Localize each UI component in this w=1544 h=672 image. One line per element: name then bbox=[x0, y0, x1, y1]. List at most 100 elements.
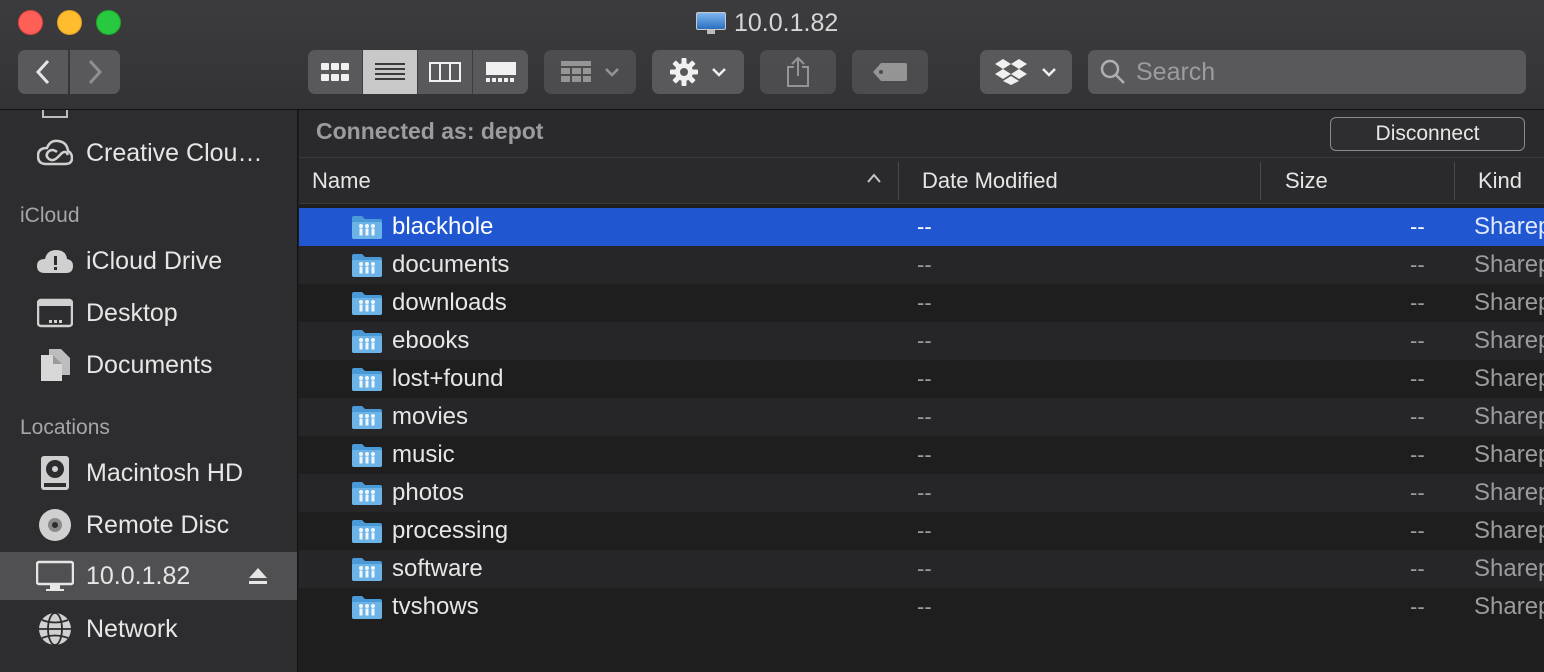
chevron-left-icon bbox=[35, 59, 50, 85]
file-list: blackhole -- -- Sharep documents -- -- Sharep do… bbox=[299, 208, 1544, 626]
sidebar-item-label: Desktop bbox=[86, 298, 178, 327]
file-date: -- bbox=[917, 366, 932, 391]
shared-folder-icon bbox=[352, 520, 382, 543]
file-kind: Sharep bbox=[1474, 213, 1544, 240]
file-date: -- bbox=[917, 480, 932, 505]
search-icon bbox=[1100, 59, 1125, 84]
sidebar-item-server[interactable]: 10.0.1.82 bbox=[0, 552, 297, 600]
column-view-button[interactable] bbox=[418, 50, 473, 94]
shared-folder-icon bbox=[352, 482, 382, 505]
shared-folder-icon bbox=[352, 444, 382, 467]
back-button[interactable] bbox=[18, 50, 68, 94]
file-kind: Sharep bbox=[1474, 555, 1544, 582]
file-date: -- bbox=[917, 442, 932, 467]
column-header: Name Date Modified Size Kind bbox=[299, 158, 1544, 204]
file-size: -- bbox=[1410, 366, 1425, 391]
file-date: -- bbox=[917, 252, 932, 277]
table-row[interactable]: software -- -- Sharep bbox=[299, 550, 1544, 588]
file-size: -- bbox=[1410, 518, 1425, 543]
network-globe-icon bbox=[36, 610, 74, 648]
toolbar: 10.0.1.82 bbox=[0, 0, 1544, 110]
table-row[interactable]: music -- -- Sharep bbox=[299, 436, 1544, 474]
file-name: music bbox=[392, 441, 455, 468]
gallery-icon bbox=[485, 62, 516, 82]
eject-icon[interactable] bbox=[248, 566, 268, 586]
file-date: -- bbox=[917, 556, 932, 581]
tags-button[interactable] bbox=[852, 50, 928, 94]
file-kind: Sharep bbox=[1474, 365, 1544, 392]
close-window-button[interactable] bbox=[18, 10, 43, 35]
table-row[interactable]: photos -- -- Sharep bbox=[299, 474, 1544, 512]
table-row[interactable]: blackhole -- -- Sharep bbox=[299, 208, 1544, 246]
minimize-window-button[interactable] bbox=[57, 10, 82, 35]
file-name: downloads bbox=[392, 289, 507, 316]
table-row[interactable]: processing -- -- Sharep bbox=[299, 512, 1544, 550]
table-row[interactable]: ebooks -- -- Sharep bbox=[299, 322, 1544, 360]
file-name: photos bbox=[392, 479, 465, 506]
search-field[interactable] bbox=[1088, 50, 1526, 94]
shared-folder-icon bbox=[352, 216, 382, 239]
sidebar-item-label: Creative Clou… bbox=[86, 138, 263, 167]
file-name: movies bbox=[392, 403, 469, 430]
sidebar-item-label: iCloud Drive bbox=[86, 246, 223, 275]
dropbox-button[interactable] bbox=[980, 50, 1072, 94]
view-mode-group bbox=[308, 50, 528, 94]
file-name: tvshows bbox=[392, 593, 479, 620]
shared-folder-icon bbox=[352, 368, 382, 391]
sidebar-item-macintosh-hd[interactable]: Macintosh HD bbox=[0, 449, 297, 497]
column-kind[interactable]: Kind bbox=[1478, 168, 1522, 194]
table-row[interactable]: documents -- -- Sharep bbox=[299, 246, 1544, 284]
zoom-window-button[interactable] bbox=[96, 10, 121, 35]
shared-folder-icon bbox=[352, 596, 382, 619]
shared-folder-icon bbox=[352, 254, 382, 277]
disconnect-button[interactable]: Disconnect bbox=[1330, 117, 1525, 151]
table-row[interactable]: movies -- -- Sharep bbox=[299, 398, 1544, 436]
chevron-down-icon bbox=[605, 68, 619, 77]
sidebar-item-label: 10.0.1.82 bbox=[86, 561, 191, 590]
table-row[interactable]: lost+found -- -- Sharep bbox=[299, 360, 1544, 398]
file-size: -- bbox=[1410, 290, 1425, 315]
shared-folder-icon bbox=[352, 558, 382, 581]
share-icon bbox=[787, 56, 809, 87]
sidebar-item-documents[interactable]: Documents bbox=[0, 341, 297, 389]
sidebar-item-icloud-drive[interactable]: iCloud Drive bbox=[0, 237, 297, 285]
search-input[interactable] bbox=[1136, 57, 1516, 87]
file-kind: Sharep bbox=[1474, 327, 1544, 354]
sidebar-heading-locations: Locations bbox=[20, 416, 110, 439]
sidebar-item-desktop[interactable]: Desktop bbox=[0, 289, 297, 337]
window-title-text: 10.0.1.82 bbox=[734, 8, 839, 37]
column-name[interactable]: Name bbox=[312, 168, 371, 194]
share-button[interactable] bbox=[760, 50, 836, 94]
file-browser: Connected as: depot Disconnect Name Date… bbox=[299, 110, 1544, 672]
table-row[interactable]: downloads -- -- Sharep bbox=[299, 284, 1544, 322]
sidebar-item-label: Network bbox=[86, 614, 178, 643]
action-menu-button[interactable] bbox=[652, 50, 744, 94]
sidebar-item-remote-disc[interactable]: Remote Disc bbox=[0, 501, 297, 549]
sidebar-item-partial[interactable] bbox=[0, 110, 297, 130]
file-name: documents bbox=[392, 251, 510, 278]
file-name: ebooks bbox=[392, 327, 470, 354]
list-view-button[interactable] bbox=[363, 50, 418, 94]
file-size: -- bbox=[1410, 404, 1425, 429]
sidebar-item-network[interactable]: Network bbox=[0, 605, 297, 653]
file-kind: Sharep bbox=[1474, 479, 1544, 506]
chevron-down-icon bbox=[1042, 68, 1056, 77]
column-date-modified[interactable]: Date Modified bbox=[922, 168, 1058, 194]
file-kind: Sharep bbox=[1474, 593, 1544, 620]
monitor-icon bbox=[696, 12, 726, 34]
table-row[interactable]: tvshows -- -- Sharep bbox=[299, 588, 1544, 626]
gallery-view-button[interactable] bbox=[473, 50, 528, 94]
connection-bar: Connected as: depot Disconnect bbox=[299, 110, 1544, 158]
sidebar-item-creative-cloud[interactable]: Creative Clou… bbox=[0, 129, 297, 177]
group-by-button[interactable] bbox=[544, 50, 636, 94]
tag-icon bbox=[873, 63, 907, 81]
icon-view-button[interactable] bbox=[308, 50, 363, 94]
creative-cloud-icon bbox=[36, 134, 74, 172]
window-title: 10.0.1.82 bbox=[696, 8, 838, 38]
file-size: -- bbox=[1410, 556, 1425, 581]
chevron-down-icon bbox=[712, 68, 726, 77]
file-kind: Sharep bbox=[1474, 403, 1544, 430]
column-size[interactable]: Size bbox=[1285, 168, 1328, 194]
file-name: lost+found bbox=[392, 365, 504, 392]
forward-button[interactable] bbox=[70, 50, 120, 94]
